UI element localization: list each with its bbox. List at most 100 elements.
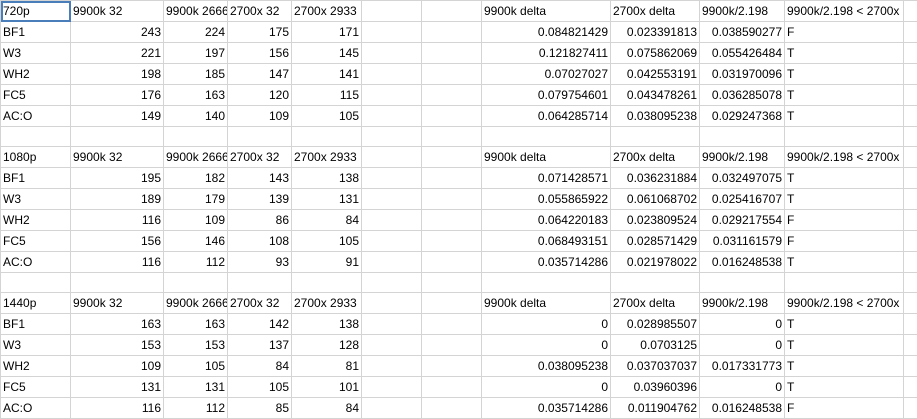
sheet-cell[interactable]: T bbox=[785, 252, 904, 273]
sheet-cell[interactable]: 153 bbox=[71, 335, 164, 356]
sheet-cell[interactable] bbox=[422, 356, 482, 377]
sheet-cell[interactable]: 116 bbox=[71, 252, 164, 273]
sheet-cell[interactable]: 197 bbox=[164, 43, 228, 64]
sheet-cell[interactable] bbox=[422, 314, 482, 335]
sheet-cell[interactable] bbox=[422, 231, 482, 252]
sheet-cell[interactable]: 2700x 32 bbox=[228, 293, 292, 314]
sheet-cell[interactable]: 9900k/2.198 bbox=[700, 293, 785, 314]
sheet-cell[interactable]: WH2 bbox=[1, 64, 71, 85]
sheet-cell[interactable] bbox=[164, 273, 228, 293]
sheet-cell[interactable] bbox=[904, 43, 917, 64]
sheet-cell[interactable]: 0.031970096 bbox=[700, 64, 785, 85]
sheet-cell[interactable]: 156 bbox=[71, 231, 164, 252]
sheet-cell[interactable]: 140 bbox=[164, 106, 228, 127]
sheet-cell[interactable]: 112 bbox=[164, 398, 228, 419]
sheet-cell[interactable]: 175 bbox=[228, 22, 292, 43]
sheet-cell[interactable]: 84 bbox=[228, 356, 292, 377]
sheet-cell[interactable] bbox=[1, 273, 71, 293]
sheet-cell[interactable] bbox=[422, 189, 482, 210]
sheet-cell[interactable]: 139 bbox=[228, 189, 292, 210]
sheet-cell[interactable]: T bbox=[785, 314, 904, 335]
sheet-cell[interactable]: 120 bbox=[228, 85, 292, 106]
sheet-cell[interactable] bbox=[904, 168, 917, 189]
sheet-cell[interactable] bbox=[292, 273, 362, 293]
sheet-cell[interactable]: 84 bbox=[292, 398, 362, 419]
sheet-cell[interactable] bbox=[362, 64, 422, 85]
sheet-cell[interactable]: BF1 bbox=[1, 22, 71, 43]
sheet-cell[interactable] bbox=[482, 273, 611, 293]
sheet-cell[interactable]: 0.036231884 bbox=[611, 168, 700, 189]
sheet-cell[interactable] bbox=[904, 356, 917, 377]
sheet-cell[interactable]: 0.023391813 bbox=[611, 22, 700, 43]
sheet-cell[interactable]: 2700x delta bbox=[611, 147, 700, 168]
sheet-cell[interactable]: 0.055426484 bbox=[700, 43, 785, 64]
sheet-cell[interactable] bbox=[71, 273, 164, 293]
sheet-cell[interactable] bbox=[700, 273, 785, 293]
sheet-cell[interactable]: 9900k/2.198 < 2700x bbox=[785, 147, 904, 168]
sheet-cell[interactable]: 243 bbox=[71, 22, 164, 43]
sheet-cell[interactable] bbox=[904, 293, 917, 314]
sheet-cell[interactable] bbox=[362, 398, 422, 419]
sheet-cell[interactable] bbox=[362, 210, 422, 231]
sheet-cell[interactable]: W3 bbox=[1, 189, 71, 210]
sheet-cell[interactable]: 198 bbox=[71, 64, 164, 85]
sheet-cell[interactable] bbox=[362, 377, 422, 398]
sheet-cell[interactable]: 1440p bbox=[1, 293, 71, 314]
sheet-cell[interactable]: 163 bbox=[71, 314, 164, 335]
sheet-cell[interactable] bbox=[904, 127, 917, 147]
sheet-cell[interactable]: 0.025416707 bbox=[700, 189, 785, 210]
sheet-cell[interactable] bbox=[700, 127, 785, 147]
sheet-cell[interactable] bbox=[904, 252, 917, 273]
sheet-cell[interactable]: 9900k/2.198 < 2700x bbox=[785, 1, 904, 22]
sheet-cell[interactable]: 131 bbox=[164, 377, 228, 398]
sheet-cell[interactable] bbox=[362, 335, 422, 356]
sheet-cell[interactable]: 153 bbox=[164, 335, 228, 356]
sheet-cell[interactable] bbox=[422, 168, 482, 189]
sheet-cell[interactable] bbox=[904, 210, 917, 231]
sheet-cell[interactable]: 105 bbox=[164, 356, 228, 377]
sheet-cell[interactable]: 86 bbox=[228, 210, 292, 231]
sheet-cell[interactable]: 128 bbox=[292, 335, 362, 356]
sheet-cell[interactable]: 720p bbox=[1, 1, 71, 22]
sheet-cell[interactable]: 101 bbox=[292, 377, 362, 398]
sheet-cell[interactable]: 137 bbox=[228, 335, 292, 356]
sheet-cell[interactable]: 116 bbox=[71, 210, 164, 231]
sheet-cell[interactable]: 1080p bbox=[1, 147, 71, 168]
sheet-cell[interactable]: 109 bbox=[164, 210, 228, 231]
sheet-cell[interactable]: 2700x 32 bbox=[228, 1, 292, 22]
sheet-cell[interactable]: 131 bbox=[292, 189, 362, 210]
sheet-cell[interactable]: 2700x delta bbox=[611, 293, 700, 314]
sheet-cell[interactable] bbox=[292, 127, 362, 147]
sheet-cell[interactable] bbox=[422, 106, 482, 127]
sheet-cell[interactable] bbox=[904, 106, 917, 127]
sheet-cell[interactable]: 0.028571429 bbox=[611, 231, 700, 252]
sheet-cell[interactable] bbox=[422, 147, 482, 168]
sheet-cell[interactable] bbox=[164, 127, 228, 147]
sheet-cell[interactable]: T bbox=[785, 64, 904, 85]
sheet-cell[interactable]: 9900k delta bbox=[482, 293, 611, 314]
sheet-cell[interactable] bbox=[71, 127, 164, 147]
sheet-cell[interactable]: WH2 bbox=[1, 210, 71, 231]
sheet-cell[interactable] bbox=[904, 85, 917, 106]
sheet-cell[interactable]: 0 bbox=[700, 335, 785, 356]
sheet-cell[interactable]: AC:O bbox=[1, 106, 71, 127]
sheet-cell[interactable]: 9900k 2666 bbox=[164, 1, 228, 22]
sheet-cell[interactable]: 112 bbox=[164, 252, 228, 273]
sheet-cell[interactable]: 105 bbox=[292, 106, 362, 127]
sheet-cell[interactable]: 163 bbox=[164, 314, 228, 335]
sheet-cell[interactable]: 0 bbox=[700, 377, 785, 398]
sheet-cell[interactable]: 93 bbox=[228, 252, 292, 273]
sheet-cell[interactable]: 0.035714286 bbox=[482, 252, 611, 273]
sheet-cell[interactable]: 2700x 2933 bbox=[292, 1, 362, 22]
sheet-cell[interactable] bbox=[362, 252, 422, 273]
sheet-cell[interactable]: 105 bbox=[292, 231, 362, 252]
sheet-cell[interactable] bbox=[362, 356, 422, 377]
sheet-cell[interactable] bbox=[362, 127, 422, 147]
sheet-cell[interactable] bbox=[904, 314, 917, 335]
sheet-cell[interactable]: 189 bbox=[71, 189, 164, 210]
sheet-cell[interactable] bbox=[362, 1, 422, 22]
sheet-cell[interactable]: 0.068493151 bbox=[482, 231, 611, 252]
sheet-cell[interactable]: 0.038590277 bbox=[700, 22, 785, 43]
sheet-cell[interactable]: FC5 bbox=[1, 377, 71, 398]
sheet-cell[interactable]: 131 bbox=[71, 377, 164, 398]
